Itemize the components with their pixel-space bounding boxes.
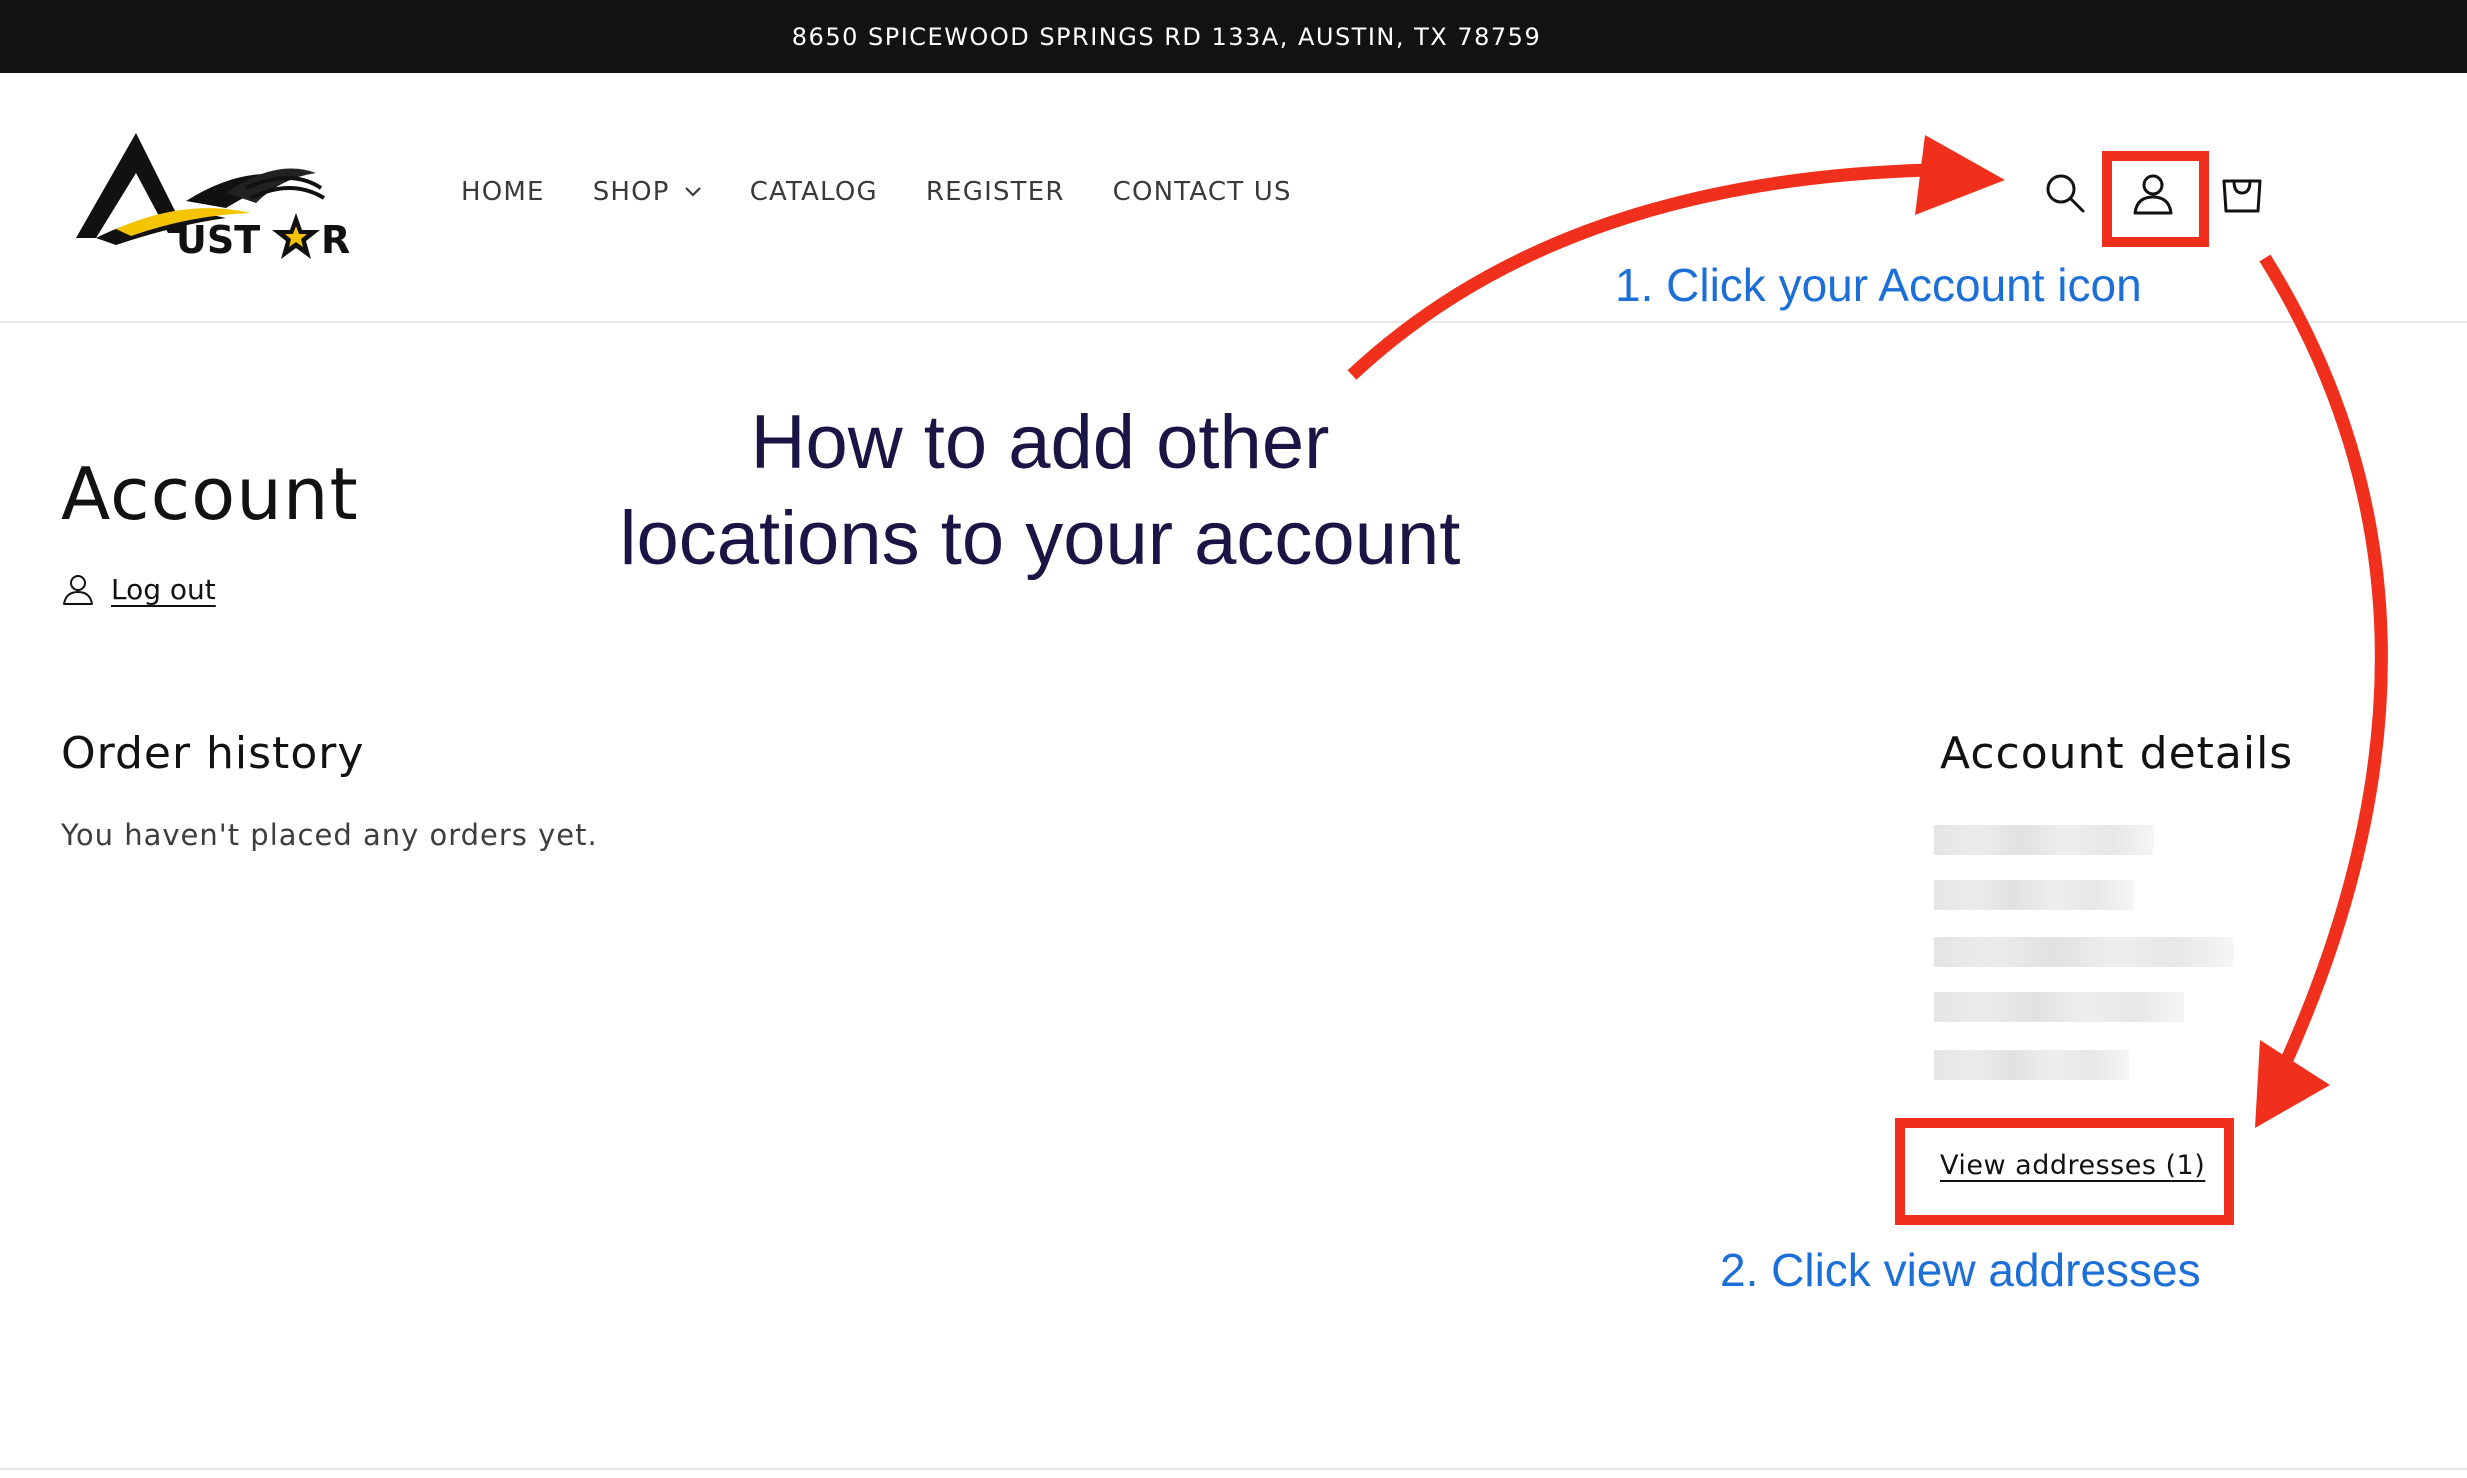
nav-shop-label: SHOP	[592, 177, 670, 207]
tutorial-title-line2: locations to your account	[619, 496, 1461, 581]
nav-home[interactable]: HOME	[461, 177, 545, 207]
svg-text:R: R	[321, 218, 350, 262]
order-history-title: Order history	[61, 728, 365, 779]
site-logo[interactable]: UST R	[76, 133, 370, 263]
main-nav: HOME SHOP CATALOG REGISTER CONTACT US	[461, 177, 1340, 207]
tutorial-title-line1: How to add other	[750, 400, 1330, 485]
nav-home-label: HOME	[461, 177, 545, 207]
user-icon	[63, 575, 93, 605]
search-icon[interactable]	[2041, 169, 2089, 217]
logout-link[interactable]: Log out	[61, 572, 216, 606]
footer-divider	[0, 1468, 2467, 1470]
tutorial-title: How to add other locations to your accou…	[600, 395, 1480, 587]
announcement-text: 8650 SPICEWOOD SPRINGS RD 133A, AUSTIN, …	[791, 22, 1542, 51]
nav-shop[interactable]: SHOP	[593, 177, 702, 207]
logout-label[interactable]: Log out	[111, 573, 216, 606]
account-icon[interactable]	[2129, 169, 2177, 217]
arrow-to-view-addresses	[2259, 254, 2388, 1078]
chevron-down-icon	[684, 187, 701, 197]
nav-contact-us-label: CONTACT US	[1112, 177, 1292, 207]
svg-text:UST: UST	[176, 218, 260, 262]
step1-label: 1. Click your Account icon	[1615, 259, 2142, 311]
page-title: Account	[61, 452, 359, 536]
nav-register-label: REGISTER	[925, 177, 1065, 207]
account-details-title: Account details	[1940, 728, 2294, 779]
nav-catalog-label: CATALOG	[749, 177, 878, 207]
redacted-line	[1934, 1050, 2129, 1080]
nav-catalog[interactable]: CATALOG	[750, 177, 878, 207]
step2-label: 2. Click view addresses	[1720, 1244, 2201, 1296]
nav-register[interactable]: REGISTER	[926, 177, 1065, 207]
arrowhead-2	[2255, 1040, 2330, 1128]
redacted-line	[1934, 992, 2184, 1022]
view-addresses-link[interactable]: View addresses (1)	[1940, 1150, 2205, 1181]
cart-icon[interactable]	[2218, 169, 2266, 217]
redacted-line	[1934, 880, 2134, 910]
orders-empty-message: You haven't placed any orders yet.	[61, 818, 598, 852]
redacted-line	[1934, 937, 2234, 967]
announcement-bar: 8650 SPICEWOOD SPRINGS RD 133A, AUSTIN, …	[0, 0, 2467, 73]
nav-contact-us[interactable]: CONTACT US	[1113, 177, 1292, 207]
austar-logo-icon: UST R	[76, 133, 350, 262]
redacted-line	[1934, 825, 2154, 855]
